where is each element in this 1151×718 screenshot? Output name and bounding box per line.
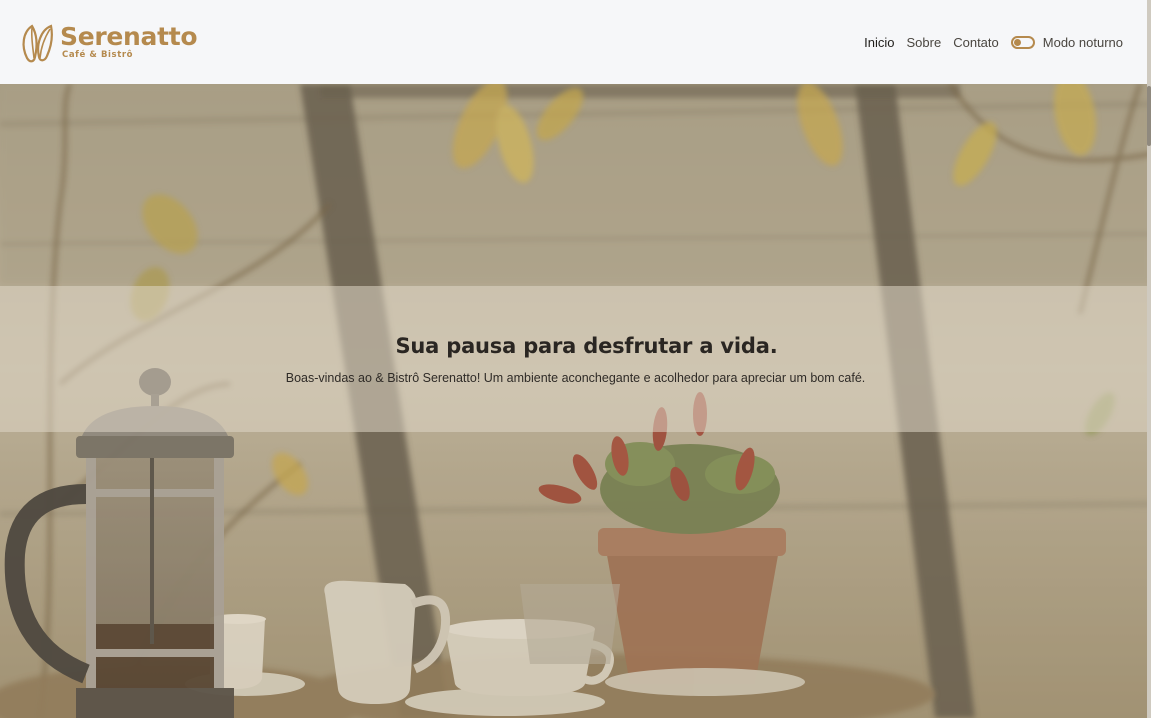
dark-mode-toggle[interactable]: Modo noturno xyxy=(1010,34,1123,50)
brand-text: Serenatto Café & Bistrô xyxy=(60,22,198,61)
brand-name: Serenatto xyxy=(60,22,198,52)
brand-tagline: Café & Bistrô xyxy=(62,50,134,61)
dark-mode-label: Modo noturno xyxy=(1042,34,1123,50)
hero-section: Sua pausa para desfrutar a vida. Boas-vi… xyxy=(0,84,1151,718)
page-scrollbar[interactable] xyxy=(1147,0,1151,718)
nav-link-sobre[interactable]: Sobre xyxy=(907,35,942,50)
scrollbar-thumb[interactable] xyxy=(1147,86,1151,146)
hero-title: Sua pausa para desfrutar a vida. xyxy=(395,333,778,358)
hero-text-band: Sua pausa para desfrutar a vida. Boas-vi… xyxy=(0,286,1151,432)
switch-knob xyxy=(1013,38,1021,46)
coffee-bean-leaf-icon xyxy=(22,24,53,63)
main-nav: Inicio Sobre Contato Modo noturno xyxy=(864,35,1123,50)
nav-link-inicio[interactable]: Inicio xyxy=(864,35,894,50)
hero-subtitle: Boas-vindas ao & Bistrô Serenatto! Um am… xyxy=(285,370,866,385)
site-header: Serenatto Café & Bistrô Inicio Sobre Con… xyxy=(0,0,1151,84)
nav-link-contato[interactable]: Contato xyxy=(953,35,999,50)
dark-mode-switch[interactable] xyxy=(1010,35,1035,49)
brand-logo[interactable]: Serenatto Café & Bistrô xyxy=(20,20,198,64)
